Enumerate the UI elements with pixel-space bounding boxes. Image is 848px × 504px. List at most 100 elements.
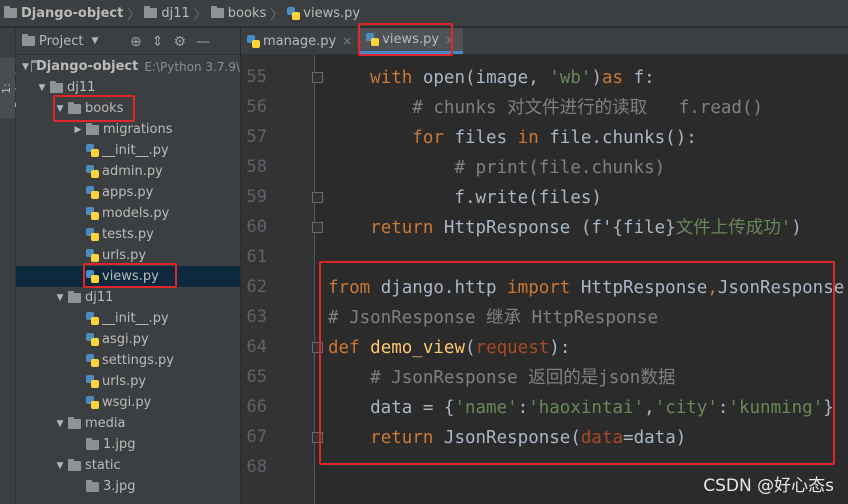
tree-item[interactable]: apps.py xyxy=(16,182,240,203)
tab-manage-py[interactable]: manage.py × xyxy=(241,28,360,54)
tree-item-label: media xyxy=(85,416,126,431)
tree-item-path: E:\Python 3.7.9\ xyxy=(144,59,240,74)
tree-item[interactable]: __init__.py xyxy=(16,140,240,161)
code-line: # chunks 对文件进行的读取 f.read() xyxy=(412,98,764,118)
folder-icon xyxy=(68,290,81,303)
tree-item-label: dj11 xyxy=(67,80,96,95)
tree-item-label: __init__.py xyxy=(102,311,169,326)
tree-item-label: Django-object xyxy=(36,59,139,74)
code-line: return HttpResponse (f'{file}文件上传成功') xyxy=(370,218,802,238)
breadcrumb-project[interactable]: Django-object xyxy=(4,6,123,21)
hide-icon[interactable]: — xyxy=(196,34,210,50)
tree-item[interactable]: ▶ migrations xyxy=(16,119,240,140)
line-number: 59 xyxy=(246,187,267,207)
chevron-right-icon: 〉 xyxy=(270,7,284,23)
tree-item[interactable]: admin.py xyxy=(16,161,240,182)
tree-item[interactable]: wsgi.py xyxy=(16,392,240,413)
tree-item-label: urls.py xyxy=(102,374,147,389)
breadcrumb-views[interactable]: views.py xyxy=(287,6,360,21)
tree-item[interactable]: 3.jpg xyxy=(16,476,240,497)
image-file-icon xyxy=(86,479,99,492)
line-number: 60 xyxy=(246,217,267,237)
python-file-icon xyxy=(247,34,260,48)
tree-item-label: asgi.py xyxy=(102,332,149,347)
python-file-icon xyxy=(86,312,99,325)
line-number: 61 xyxy=(246,247,267,267)
line-number: 58 xyxy=(246,157,267,177)
folder-icon xyxy=(50,80,63,93)
fold-marker-icon[interactable] xyxy=(312,192,323,203)
code-line: # print(file.chunks) xyxy=(454,158,666,178)
tree-item-label: 1.jpg xyxy=(103,437,136,452)
fold-marker-icon[interactable] xyxy=(312,222,323,233)
folder-icon xyxy=(68,416,81,429)
tree-item-label: migrations xyxy=(103,122,173,137)
tree-item[interactable]: ▼ media xyxy=(16,413,240,434)
tree-item[interactable]: models.py xyxy=(16,203,240,224)
expand-down-icon[interactable]: ▼ xyxy=(22,62,29,72)
expand-down-icon[interactable]: ▼ xyxy=(36,83,48,93)
panel-toolbar: ⊕ ⇕ ⚙ — xyxy=(130,34,210,50)
highlight-box-books xyxy=(53,95,135,122)
tree-item-label: admin.py xyxy=(102,164,163,179)
folder-icon xyxy=(86,122,99,135)
breadcrumb-books[interactable]: books xyxy=(210,6,266,21)
chevron-right-icon: 〉 xyxy=(127,7,141,23)
locate-icon[interactable]: ⊕ xyxy=(130,34,142,50)
chevron-down-icon[interactable]: ▼ xyxy=(91,36,98,46)
line-number: 64 xyxy=(246,337,267,357)
python-file-icon xyxy=(86,207,99,220)
line-number: 67 xyxy=(246,427,267,447)
folder-icon xyxy=(144,6,158,18)
tree-item-label: apps.py xyxy=(102,185,154,200)
expand-down-icon[interactable]: ▼ xyxy=(54,461,66,471)
tree-item[interactable]: ▼ Django-object E:\Python 3.7.9\ xyxy=(16,56,240,77)
tree-item-label: models.py xyxy=(102,206,170,221)
tree-item[interactable]: asgi.py xyxy=(16,329,240,350)
fold-marker-icon[interactable] xyxy=(312,72,323,83)
tree-item[interactable]: urls.py xyxy=(16,371,240,392)
breadcrumb-dj11[interactable]: dj11 xyxy=(144,6,190,21)
line-number: 62 xyxy=(246,277,267,297)
highlight-box-views-tab xyxy=(358,23,453,56)
folder-icon xyxy=(210,6,224,18)
tree-item[interactable]: 1.jpg xyxy=(16,434,240,455)
chevron-right-icon: 〉 xyxy=(193,7,207,23)
python-file-icon xyxy=(86,249,99,262)
highlight-box-views-file xyxy=(83,263,177,288)
tree-item[interactable]: ▼ dj11 xyxy=(16,287,240,308)
tree-item[interactable]: ▼ static xyxy=(16,455,240,476)
line-number: 55 xyxy=(246,67,267,87)
expand-down-icon[interactable]: ▼ xyxy=(54,419,66,429)
tool-window-strip: 1: Project xyxy=(0,28,26,504)
image-file-icon xyxy=(86,437,99,450)
tree-item-label: dj11 xyxy=(85,290,114,305)
expand-down-icon[interactable]: ▼ xyxy=(54,293,66,303)
project-tool-label: 1: Project xyxy=(0,70,26,108)
tree-item[interactable]: settings.py xyxy=(16,350,240,371)
python-file-icon xyxy=(287,6,301,20)
tree-item-label: __init__.py xyxy=(102,143,169,158)
tree-item[interactable]: __init__.py xyxy=(16,308,240,329)
line-number: 57 xyxy=(246,127,267,147)
editor-tabs: manage.py × views.py × xyxy=(241,28,848,55)
expand-right-icon[interactable]: ▶ xyxy=(72,125,84,135)
python-file-icon xyxy=(86,228,99,241)
line-number: 66 xyxy=(246,397,267,417)
python-file-icon xyxy=(86,165,99,178)
python-file-icon xyxy=(86,186,99,199)
gear-icon[interactable]: ⚙ xyxy=(173,34,186,50)
tree-item-label: tests.py xyxy=(102,227,154,242)
tree-item[interactable]: tests.py xyxy=(16,224,240,245)
close-icon[interactable]: × xyxy=(342,34,352,48)
folder-icon xyxy=(4,6,17,18)
watermark: CSDN @好心态s xyxy=(703,476,834,496)
line-number: 68 xyxy=(246,457,267,477)
python-file-icon xyxy=(86,354,99,367)
collapse-all-icon[interactable]: ⇕ xyxy=(152,34,164,50)
project-panel-header: Project ▼ ⊕ ⇕ ⚙ — xyxy=(16,28,240,55)
code-line: for files in file.chunks(): xyxy=(412,128,697,148)
code-line: f.write(files) xyxy=(328,188,602,208)
project-view-selector[interactable]: Project xyxy=(39,34,83,49)
tree-item-label: static xyxy=(85,458,121,473)
